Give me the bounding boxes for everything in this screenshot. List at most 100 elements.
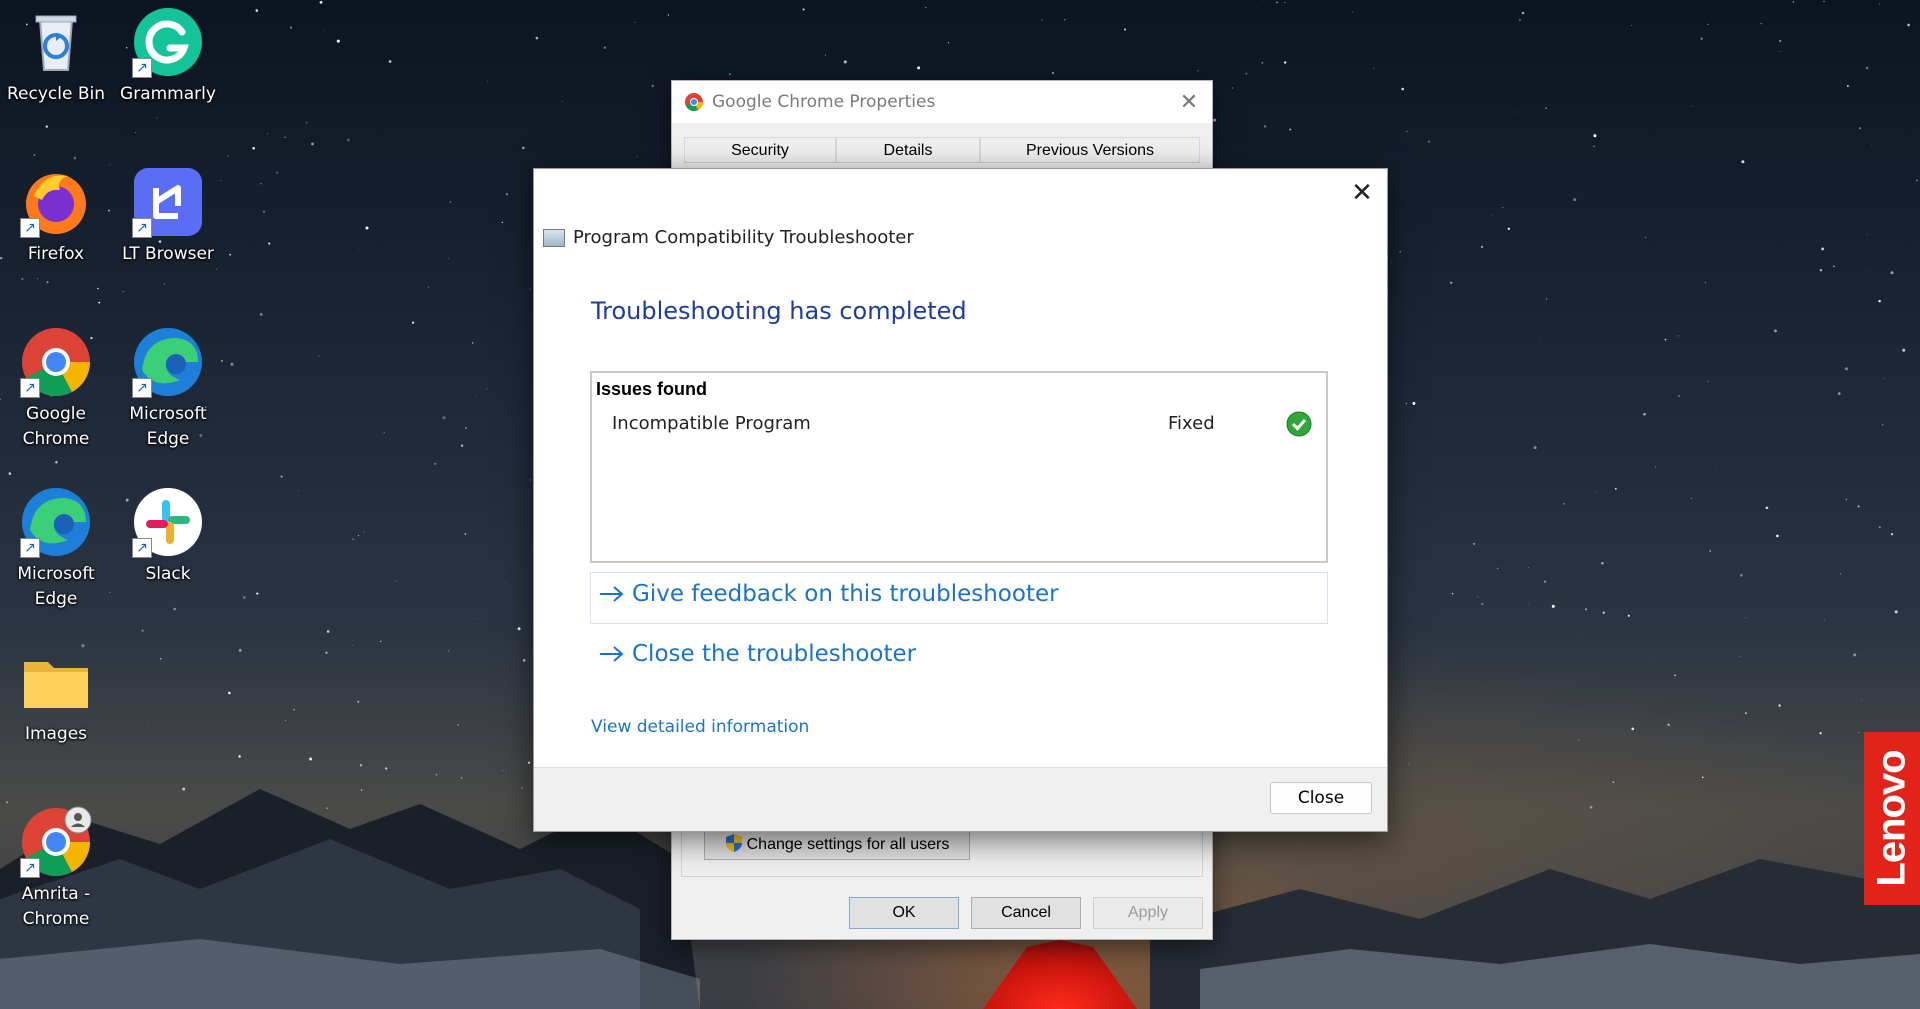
shortcut-arrow-icon: ↗: [20, 538, 40, 558]
star: [1491, 214, 1493, 216]
star: [1406, 130, 1408, 132]
star: [1890, 271, 1894, 275]
star: [1507, 227, 1510, 230]
edge-icon: ↗: [132, 326, 204, 398]
star: [1481, 602, 1484, 606]
desktop-icon-slack[interactable]: ↗ Slack: [118, 486, 218, 587]
star: [1739, 573, 1743, 577]
desktop-icon-images[interactable]: Images: [6, 646, 106, 747]
star: [1261, 61, 1264, 64]
star: [1846, 85, 1849, 87]
chrome-icon: [685, 93, 703, 111]
shortcut-arrow-icon: ↗: [132, 218, 152, 238]
star: [226, 155, 229, 157]
star: [260, 182, 262, 185]
desktop-icon-amrita-chrome[interactable]: ↗ Amrita - Chrome: [6, 806, 106, 932]
star: [1284, 61, 1287, 64]
star: [319, 1, 323, 4]
star: [1819, 732, 1822, 735]
star: [268, 242, 271, 245]
star: [1051, 71, 1055, 75]
desktop-icon-label: Google Chrome: [22, 404, 90, 449]
desktop-icon-microsoft-edge[interactable]: ↗ Microsoft Edge: [118, 326, 218, 452]
desktop-icon-google-chrome[interactable]: ↗ Google Chrome: [6, 326, 106, 452]
close-icon[interactable]: ✕: [1347, 179, 1377, 209]
troubleshooter-icon: [543, 228, 565, 247]
star: [517, 627, 521, 631]
star: [486, 388, 488, 390]
desktop-icon-label: Firefox: [27, 244, 85, 264]
close-button[interactable]: Close: [1270, 782, 1372, 814]
star: [1041, 19, 1043, 21]
star: [336, 39, 340, 43]
star: [1792, 1, 1795, 3]
ok-button[interactable]: OK: [849, 897, 959, 929]
star: [651, 84, 654, 88]
desktop-icon-firefox[interactable]: ↗ Firefox: [6, 166, 106, 267]
star: [0, 398, 2, 401]
star: [1650, 661, 1652, 662]
star: [529, 288, 531, 290]
star: [318, 355, 320, 357]
tab-previous-versions[interactable]: Previous Versions: [980, 137, 1200, 162]
star: [1573, 198, 1577, 202]
star: [1391, 262, 1393, 263]
cancel-button[interactable]: Cancel: [971, 897, 1081, 929]
star: [285, 720, 287, 721]
star: [352, 538, 354, 540]
star: [448, 258, 450, 260]
shortcut-arrow-icon: ↗: [20, 218, 40, 238]
star: [1823, 619, 1825, 621]
desktop-icon-label: Amrita - Chrome: [21, 884, 91, 929]
desktop-icon-label: Microsoft Edge: [129, 404, 207, 449]
shortcut-arrow-icon: ↗: [132, 538, 152, 558]
star: [1823, 0, 1825, 3]
desktop-icon-microsoft-edge-2[interactable]: ↗ Microsoft Edge: [6, 486, 106, 612]
star: [1883, 378, 1885, 380]
desktop-icon-lt-browser[interactable]: ↗ LT Browser: [118, 166, 218, 267]
star: [1631, 727, 1635, 731]
give-feedback-link[interactable]: Give feedback on this troubleshooter: [598, 581, 1059, 607]
troubleshooter-dialog[interactable]: ✕ Program Compatibility Troubleshooter T…: [533, 168, 1388, 832]
star: [1741, 160, 1745, 164]
star: [1707, 380, 1709, 383]
properties-titlebar[interactable]: Google Chrome Properties ✕: [672, 81, 1212, 123]
star: [255, 9, 259, 12]
view-detailed-information-link[interactable]: View detailed information: [591, 717, 809, 737]
star: [262, 210, 266, 213]
star: [1231, 87, 1233, 89]
star: [449, 201, 452, 203]
desktop-icon-label: LT Browser: [122, 244, 214, 264]
slack-icon: ↗: [132, 486, 204, 558]
star: [55, 461, 58, 464]
star: [1674, 674, 1676, 677]
desktop-icon-recycle-bin[interactable]: Recycle Bin: [6, 6, 106, 107]
star: [1844, 367, 1848, 371]
apply-button[interactable]: Apply: [1093, 897, 1203, 929]
change-settings-button[interactable]: Change settings for all users: [704, 830, 970, 860]
star: [323, 30, 325, 32]
star: [1704, 281, 1707, 284]
star: [163, 283, 165, 285]
star: [522, 659, 526, 662]
desktop-icon-label: Grammarly: [120, 84, 216, 104]
star: [365, 226, 369, 230]
star: [221, 359, 223, 362]
close-icon[interactable]: ✕: [1166, 89, 1212, 115]
star: [1593, 134, 1597, 138]
star: [238, 648, 242, 652]
star: [1502, 207, 1504, 209]
star: [1480, 245, 1484, 248]
star: [448, 650, 450, 652]
star: [1857, 505, 1860, 508]
desktop-icon-grammarly[interactable]: ↗ Grammarly: [118, 6, 218, 107]
tab-security[interactable]: Security: [684, 137, 836, 162]
star: [460, 444, 464, 447]
tab-details[interactable]: Details: [836, 137, 980, 162]
star: [352, 644, 353, 646]
star: [1739, 656, 1741, 657]
star: [1450, 281, 1453, 284]
star: [13, 158, 15, 160]
close-troubleshooter-link[interactable]: Close the troubleshooter: [598, 641, 916, 667]
star: [1707, 23, 1709, 26]
